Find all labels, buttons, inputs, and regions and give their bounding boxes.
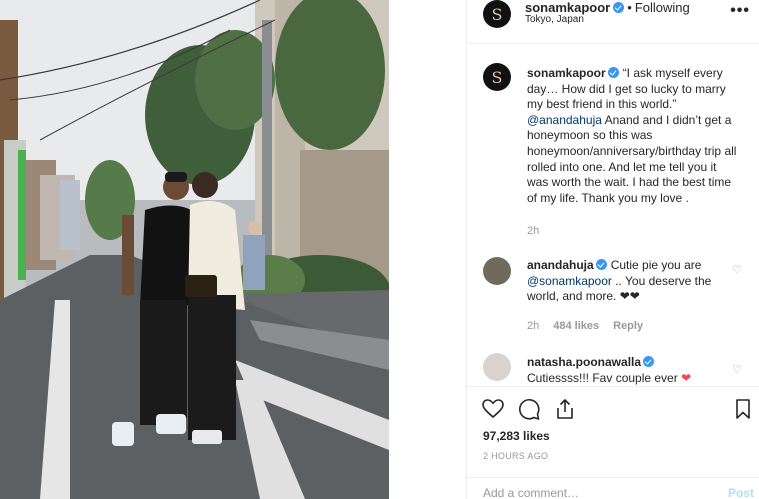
post-header: S sonamkapoor • Following Tokyo, Japan ••• bbox=[467, 0, 759, 44]
commenter-avatar[interactable] bbox=[483, 257, 511, 285]
commenter-avatar[interactable] bbox=[483, 353, 511, 381]
comment: anandahuja Cutie pie you are @sonamkapoor… bbox=[527, 258, 741, 305]
verified-badge-icon bbox=[595, 259, 607, 270]
avatar-letter: S bbox=[491, 4, 503, 24]
caption-meta: 2h bbox=[527, 225, 553, 237]
share-icon[interactable] bbox=[553, 397, 577, 421]
comment-time[interactable]: 2h bbox=[527, 320, 539, 332]
post-time-ago[interactable]: 2 HOURS AGO bbox=[483, 451, 548, 461]
street-photo-illustration bbox=[0, 0, 389, 499]
comment: natasha.poonawalla Cutiessss!!! Fav coupl… bbox=[527, 355, 741, 385]
comment-text-1: Cutie pie you are bbox=[610, 258, 702, 272]
post-comment-button[interactable]: Post bbox=[728, 486, 754, 499]
comment-likes[interactable]: 484 likes bbox=[553, 320, 599, 332]
add-comment-bar: Post bbox=[467, 477, 759, 499]
comments-list[interactable]: S sonamkapoor “I ask myself every day… Ho… bbox=[467, 45, 759, 385]
avatar-letter: S bbox=[491, 67, 503, 87]
comment-meta: 2h 484 likes Reply bbox=[527, 320, 657, 332]
more-options-icon[interactable]: ••• bbox=[730, 2, 750, 20]
comment-icon[interactable] bbox=[517, 397, 541, 421]
follow-status[interactable]: Following bbox=[635, 0, 690, 15]
post-photo[interactable] bbox=[0, 0, 389, 499]
author-avatar[interactable]: S bbox=[483, 0, 511, 28]
caption-username[interactable]: sonamkapoor bbox=[527, 66, 606, 80]
reply-button[interactable]: Reply bbox=[613, 320, 643, 332]
heart-icon[interactable] bbox=[481, 397, 505, 421]
post-actions: 97,283 likes 2 HOURS AGO Post bbox=[467, 386, 759, 499]
add-comment-input[interactable] bbox=[483, 486, 703, 499]
comment-like-heart-icon[interactable]: ♡ bbox=[732, 263, 742, 276]
comment-mention[interactable]: @sonamkapoor bbox=[527, 274, 612, 288]
verified-badge-icon bbox=[613, 2, 625, 13]
post-details-panel: S sonamkapoor • Following Tokyo, Japan •••… bbox=[466, 0, 759, 499]
header-separator: • bbox=[627, 0, 632, 15]
verified-badge-icon bbox=[607, 67, 619, 78]
heart-emoji: ❤ bbox=[681, 370, 692, 385]
post-location[interactable]: Tokyo, Japan bbox=[525, 14, 584, 25]
comment-like-heart-icon[interactable]: ♡ bbox=[732, 363, 742, 376]
author-username[interactable]: sonamkapoor bbox=[525, 0, 610, 15]
likes-count[interactable]: 97,283 likes bbox=[483, 429, 550, 443]
comment-username[interactable]: natasha.poonawalla bbox=[527, 355, 641, 369]
bookmark-icon[interactable] bbox=[731, 397, 755, 421]
comment-text: Cutiessss!!! Fav couple ever bbox=[527, 370, 678, 385]
author-line: sonamkapoor • Following bbox=[525, 0, 690, 15]
verified-badge-icon bbox=[643, 356, 655, 367]
caption-mention[interactable]: @anandahuja bbox=[527, 113, 602, 127]
caption-time[interactable]: 2h bbox=[527, 225, 539, 237]
caption-avatar[interactable]: S bbox=[483, 63, 511, 91]
caption: sonamkapoor “I ask myself every day… How … bbox=[527, 66, 741, 206]
comment-username[interactable]: anandahuja bbox=[527, 258, 594, 272]
